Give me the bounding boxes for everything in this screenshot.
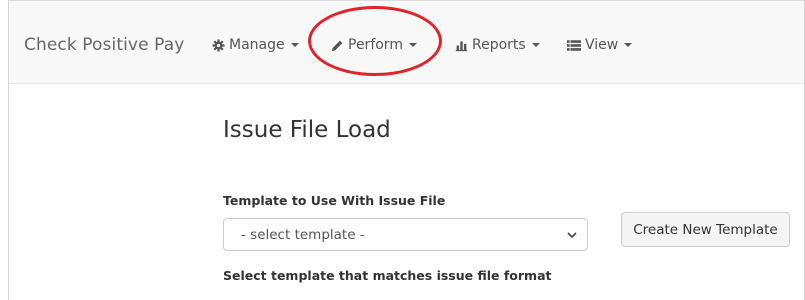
chevron-down-icon: [567, 227, 577, 243]
template-field-label: Template to Use With Issue File: [223, 193, 446, 208]
template-select-value: - select template -: [241, 226, 365, 243]
nav-menu-reports-label: Reports: [472, 37, 526, 53]
template-help-text: Select template that matches issue file …: [223, 268, 552, 283]
bar-chart-icon: [455, 39, 468, 52]
top-navbar: Check Positive Pay Manage Perform Report…: [9, 0, 804, 84]
nav-menu-perform-label: Perform: [348, 37, 403, 53]
app-frame: Check Positive Pay Manage Perform Report…: [8, 0, 805, 300]
nav-menu-manage-label: Manage: [229, 37, 285, 53]
chevron-down-icon: [408, 43, 417, 47]
page-title: Issue File Load: [223, 117, 391, 143]
brand-title[interactable]: Check Positive Pay: [24, 35, 184, 55]
pencil-icon: [331, 39, 344, 52]
gear-icon: [212, 38, 225, 52]
chevron-down-icon: [531, 43, 540, 47]
nav-menu-view-label: View: [585, 37, 619, 53]
template-select[interactable]: - select template -: [223, 218, 588, 251]
list-icon: [567, 39, 581, 52]
nav-menu-perform[interactable]: Perform: [331, 37, 417, 53]
create-new-template-button[interactable]: Create New Template: [621, 212, 790, 247]
chevron-down-icon: [290, 43, 299, 47]
nav-menu-reports[interactable]: Reports: [455, 37, 540, 53]
nav-menu-view[interactable]: View: [567, 37, 633, 53]
nav-menu-manage[interactable]: Manage: [212, 37, 299, 53]
chevron-down-icon: [624, 43, 633, 47]
